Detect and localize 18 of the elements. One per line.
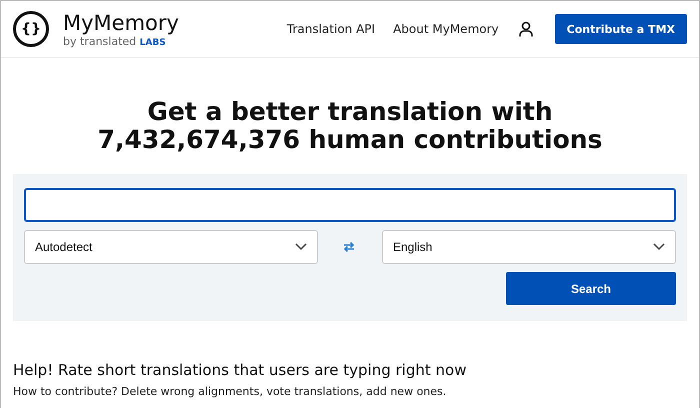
swap-icon[interactable] [344,242,354,252]
headline: Get a better translation with [146,98,554,126]
brand-byline: by translated LABS [63,34,167,48]
search-button[interactable]: Search [506,272,676,305]
chevron-icon [653,243,665,251]
contribute-button[interactable]: Contribute a TMX [554,14,687,44]
chevron-icon [295,243,307,251]
section-title: Help! Rate short translations that users are typing right now [13,361,468,379]
headline: 7,432,674,376 human contributions [96,126,604,154]
target-language-select[interactable]: English [382,230,676,264]
nav-link[interactable]: Translation API [286,22,376,36]
input-field[interactable] [24,188,676,222]
source-language-select[interactable]: Autodetect [24,230,318,264]
section-subtitle: How to contribute? Delete wrong alignments, vote translations, add new ones. [13,385,448,398]
nav-link[interactable]: About MyMemory [393,22,499,36]
user-icon[interactable] [518,21,533,37]
logo-icon[interactable]: {} [13,11,49,47]
brand-name: MyMemory [63,10,179,34]
